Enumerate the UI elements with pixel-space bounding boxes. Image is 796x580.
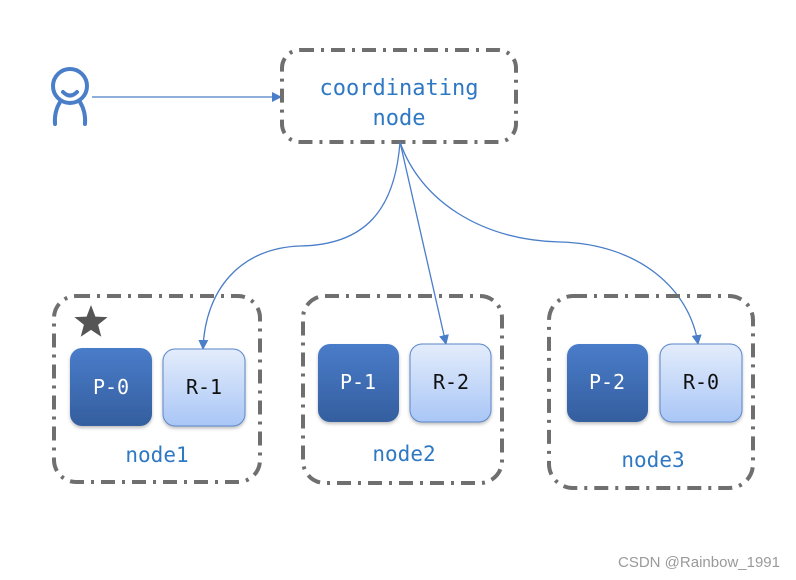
node1-primary-label: P-0 [93, 375, 129, 399]
node2-primary-label: P-1 [340, 370, 376, 394]
node3-replica-label: R-0 [683, 370, 719, 394]
node2-group[interactable]: P-1 R-2 node2 [301, 294, 504, 485]
arrow-to-node2-replica [399, 141, 449, 345]
node3-group[interactable]: P-2 R-0 node3 [547, 294, 755, 490]
watermark: CSDN @Rainbow_1991 [618, 554, 780, 571]
diagram-canvas: coordinating node P-0 R-1 node1 P-1 R-2 … [51, 48, 780, 571]
arrow-to-node1-replica [198, 141, 401, 350]
person-icon [51, 67, 89, 126]
node1-replica-label: R-1 [186, 375, 222, 399]
node1-label: node1 [125, 443, 188, 467]
star-icon [74, 305, 108, 337]
node2-replica-label: R-2 [433, 370, 469, 394]
coordinating-node-label-line2: node [373, 106, 426, 131]
node2-label: node2 [372, 442, 435, 466]
coordinating-node-label-line1: coordinating [320, 76, 479, 101]
node3-primary-label: P-2 [589, 370, 625, 394]
node3-label: node3 [621, 448, 684, 472]
node1-group[interactable]: P-0 R-1 node1 [52, 294, 262, 484]
